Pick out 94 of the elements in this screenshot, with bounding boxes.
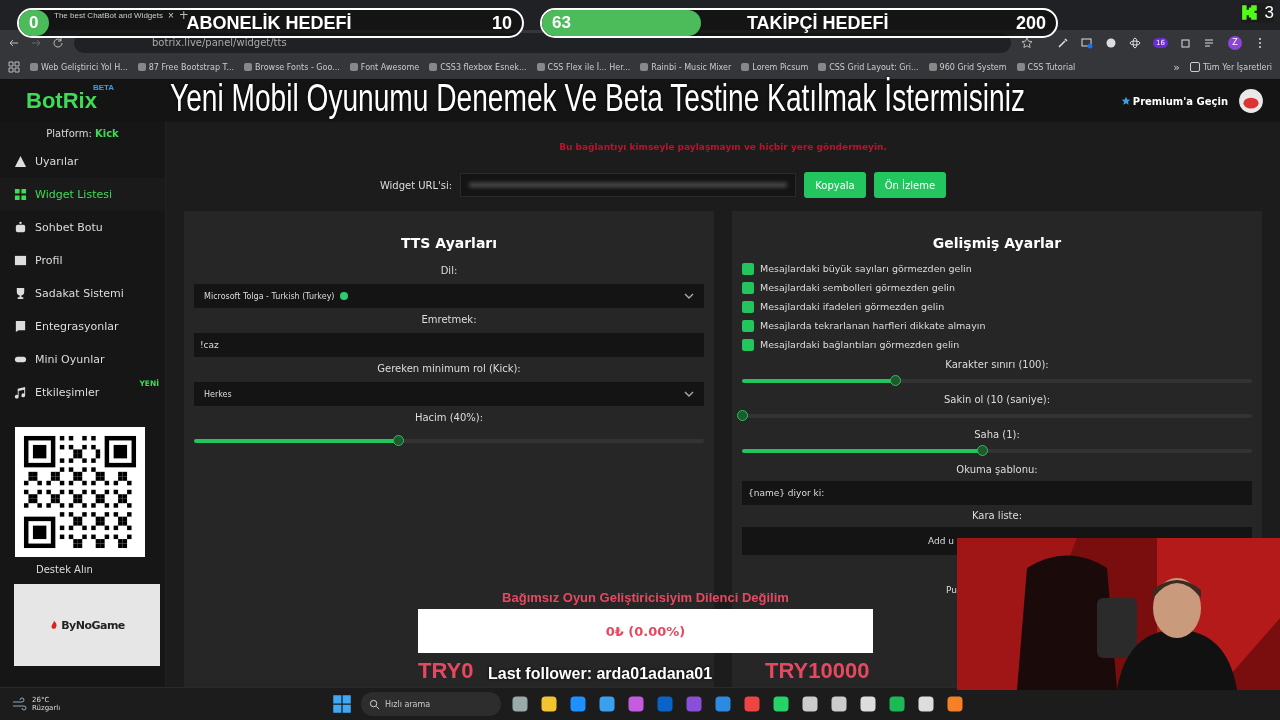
platform-label: Platform: Kick — [45, 127, 120, 141]
grid-icon — [14, 188, 27, 201]
dropdown[interactable]: Herkes — [194, 382, 704, 406]
sidebar-item[interactable]: Mini Oyunlar — [0, 343, 165, 376]
sidebar-item[interactable]: Uyarılar — [0, 145, 165, 178]
goal-target: 200 — [1015, 12, 1046, 34]
kick-logo-icon — [1240, 4, 1259, 22]
browser-tab[interactable]: The best ChatBot and Widgets × — [54, 5, 174, 25]
option-label: Mesajlarda tekrarlanan harfleri dikkate almayın — [760, 320, 986, 331]
bookmark[interactable]: CSS Tutorial — [1016, 62, 1076, 72]
bookmark[interactable]: Font Awesome — [349, 62, 420, 72]
reload-icon[interactable] — [52, 36, 64, 49]
wind-icon[interactable] — [12, 696, 28, 712]
sidebar-item[interactable]: Profil — [0, 244, 165, 277]
field-label: Okuma şablonu: — [955, 464, 1039, 475]
last-follower: Last follower: arda01adana01 — [488, 665, 713, 683]
field-label: Hacim (40%): — [413, 412, 485, 423]
panel-title: TTS Ayarları — [399, 235, 499, 251]
sidebar-item[interactable]: Entegrasyonlar — [0, 310, 165, 343]
donation-title: Bağımsız Oyun Geliştiricisiyim Dilenci Değilim — [502, 590, 789, 605]
bookmark[interactable]: Browse Fonts - Goo... — [244, 62, 340, 72]
goal-title: ABONELİK HEDEFİ — [186, 12, 353, 34]
field-label: Kara liste: — [970, 510, 1024, 521]
field-label: Dil: — [439, 265, 459, 276]
avatar-icon[interactable] — [1238, 88, 1264, 114]
sponsor-name: ByNoGame — [61, 618, 125, 632]
search-icon — [369, 698, 380, 710]
goal-count: 0 — [29, 13, 39, 33]
support-link[interactable]: Destek Alın — [0, 564, 165, 575]
circle-icon[interactable] — [1105, 36, 1118, 49]
premium-link[interactable]: Premium'a Geçin — [1132, 95, 1228, 107]
field-label: Saha (1): — [973, 429, 1021, 440]
bookmark[interactable]: CSS Grid Layout: Gri... — [818, 62, 919, 72]
caret-icon — [684, 391, 694, 397]
field-label: Pu — [946, 585, 958, 595]
bookmark[interactable]: Lorem Picsum — [741, 62, 809, 72]
slider-handle[interactable] — [393, 435, 404, 446]
atom-icon[interactable] — [1129, 36, 1142, 49]
window-icon[interactable] — [1081, 36, 1094, 49]
all-bookmarks[interactable]: Tüm Yer İşaretleri — [1189, 62, 1272, 72]
bookmark[interactable]: CSS Flex ile İ... Her... — [536, 62, 631, 72]
url-field[interactable] — [460, 173, 797, 197]
close-tab-button[interactable]: × — [167, 9, 174, 21]
goal-count: 63 — [552, 13, 571, 33]
bookmark[interactable]: Rainbi - Music Mixer — [640, 62, 732, 72]
sidebar-item[interactable]: Sadakat Sistemi — [0, 277, 165, 310]
field-label: Widget URL'si: — [379, 179, 453, 191]
field-label: Gereken minimum rol (Kick): — [376, 363, 522, 374]
checkbox[interactable] — [742, 319, 754, 332]
caret-icon — [684, 293, 694, 299]
bookmark[interactable]: 960 Grid System — [928, 62, 1007, 72]
bookmark[interactable]: CSS3 flexbox Esnek... — [429, 62, 527, 72]
search-field[interactable]: Hızlı arama — [361, 692, 501, 716]
panel-title: Gelişmiş Ayarlar — [931, 235, 1063, 251]
playlist-icon[interactable] — [1204, 36, 1216, 49]
eyedropper-icon[interactable] — [1057, 36, 1070, 49]
option-label: Mesajlardaki büyük sayıları görmezden gelin — [760, 263, 972, 274]
more-bookmarks-button[interactable]: » — [1173, 60, 1180, 74]
viewer-count: 3 — [1264, 3, 1274, 23]
option-label: Mesajlardaki bağlantıları görmezden gelin — [760, 339, 960, 350]
option-label: Mesajlardaki ifadeleri görmezden gelin — [760, 301, 945, 312]
warning-icon — [14, 155, 27, 168]
field-label: Karakter sınırı (100): — [944, 359, 1050, 370]
checkbox[interactable] — [742, 338, 754, 351]
robot-icon — [14, 221, 27, 234]
checkbox[interactable] — [742, 281, 754, 294]
goal-title: TAKİPÇİ HEDEFİ — [746, 12, 890, 34]
donation-max: TRY10000 — [765, 658, 870, 684]
bookmark[interactable]: 87 Free Bootstrap T... — [137, 62, 235, 72]
warning-text: Bu bağlantıyı kimseyle paylaşmayın ve hiçbir yere göndermeyin. — [558, 142, 888, 152]
goal-target: 10 — [491, 12, 512, 34]
checkbox[interactable] — [742, 262, 754, 275]
star-icon[interactable] — [1021, 36, 1034, 49]
checkbox[interactable] — [742, 300, 754, 313]
field-label: Emretmek: — [420, 314, 478, 325]
star-icon — [1120, 96, 1131, 106]
sidebar-item[interactable]: Widget Listesi — [0, 178, 165, 211]
windows-icon[interactable] — [332, 694, 352, 714]
donation-min: TRY0 — [418, 658, 474, 684]
option-label: Mesajlardaki sembolleri görmezden gelin — [760, 282, 955, 293]
field-label: Sakin ol (10 (saniye): — [942, 394, 1052, 405]
input-field[interactable]: {name} diyor ki: — [742, 481, 1252, 505]
apps-icon[interactable] — [8, 61, 20, 73]
sidebar-item[interactable]: Sohbet Botu — [0, 211, 165, 244]
profile-avatar[interactable]: Z — [1228, 35, 1242, 50]
trophy-icon — [14, 287, 27, 300]
dropdown[interactable]: Microsoft Tolga - Turkish (Turkey) — [194, 284, 704, 308]
input-field[interactable]: !caz — [194, 333, 704, 357]
slider-handle[interactable] — [976, 445, 988, 456]
slider-handle[interactable] — [737, 410, 748, 421]
bookmark[interactable]: Web Geliştirici Yol H... — [30, 62, 128, 72]
donation-amount: 0₺ (0.00%) — [605, 623, 686, 639]
slider-handle[interactable] — [890, 375, 901, 386]
new-tab-button[interactable]: + — [178, 8, 189, 22]
